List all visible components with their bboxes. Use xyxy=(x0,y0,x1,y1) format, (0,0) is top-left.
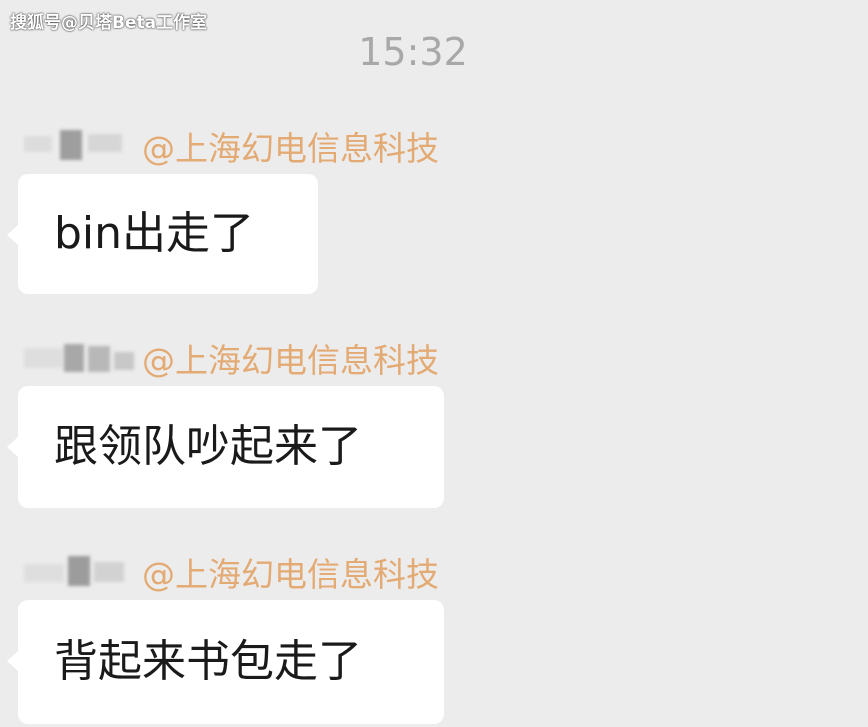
sender-avatar-blurred xyxy=(24,552,134,588)
sender-name[interactable]: @上海幻电信息科技 xyxy=(142,548,439,596)
sender-name[interactable]: @上海幻电信息科技 xyxy=(142,122,439,170)
message-text: 背起来书包走了 xyxy=(54,636,362,687)
message-bubble[interactable]: 跟领队吵起来了 xyxy=(7,386,444,508)
message-item: @上海幻电信息科技 背起来书包走了 xyxy=(0,546,868,724)
sender-row: @上海幻电信息科技 xyxy=(0,332,868,382)
message-text: 跟领队吵起来了 xyxy=(54,421,362,472)
message-item: @上海幻电信息科技 bin出走了 xyxy=(0,120,868,294)
sender-row: @上海幻电信息科技 xyxy=(0,120,868,170)
sender-row: @上海幻电信息科技 xyxy=(0,546,868,596)
message-bubble[interactable]: bin出走了 xyxy=(7,174,318,294)
message-timestamp: 15:32 xyxy=(358,30,468,74)
message-text: bin出走了 xyxy=(54,208,255,259)
sender-avatar-blurred xyxy=(24,126,134,162)
message-item: @上海幻电信息科技 跟领队吵起来了 xyxy=(0,332,868,508)
sender-avatar-blurred xyxy=(24,338,134,374)
message-bubble[interactable]: 背起来书包走了 xyxy=(7,600,444,724)
sender-name[interactable]: @上海幻电信息科技 xyxy=(142,334,439,382)
